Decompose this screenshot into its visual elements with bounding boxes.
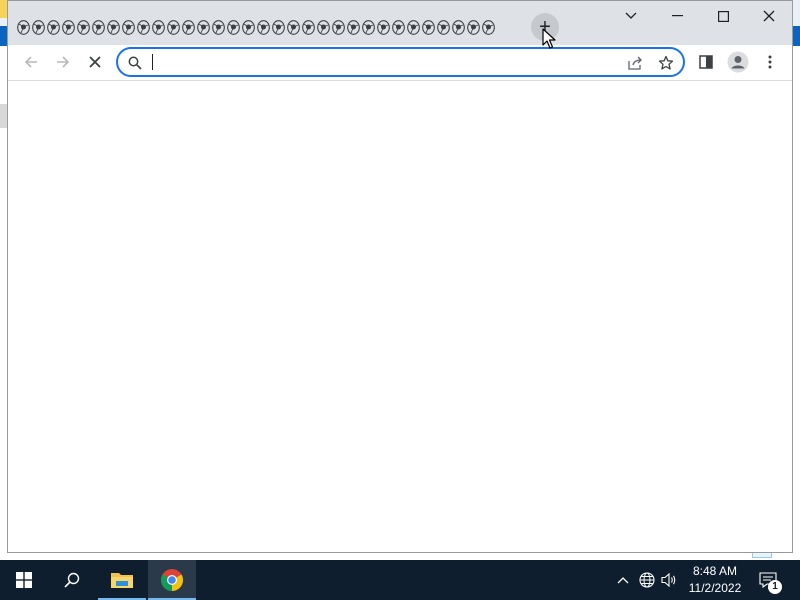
browser-tab[interactable] bbox=[391, 17, 406, 37]
desktop-window-edge-right bbox=[792, 26, 800, 46]
chrome-favicon-icon bbox=[242, 19, 255, 35]
chrome-favicon-icon bbox=[32, 19, 45, 35]
tab-strip: + bbox=[8, 1, 792, 45]
share-icon[interactable] bbox=[624, 52, 646, 74]
side-panel-icon[interactable] bbox=[692, 48, 720, 76]
browser-tab[interactable] bbox=[166, 17, 181, 37]
close-icon[interactable] bbox=[746, 1, 792, 31]
text-caret bbox=[152, 54, 153, 70]
page-content[interactable] bbox=[8, 81, 792, 552]
chrome-favicon-icon bbox=[287, 19, 300, 35]
browser-tab[interactable] bbox=[361, 17, 376, 37]
chrome-favicon-icon bbox=[197, 19, 210, 35]
browser-tab[interactable] bbox=[106, 17, 121, 37]
chrome-favicon-icon bbox=[437, 19, 450, 35]
chrome-favicon-icon bbox=[272, 19, 285, 35]
chrome-favicon-icon bbox=[92, 19, 105, 35]
browser-tab[interactable] bbox=[46, 17, 61, 37]
bookmark-star-icon[interactable] bbox=[655, 52, 677, 74]
volume-icon[interactable] bbox=[660, 570, 680, 590]
browser-tab[interactable] bbox=[181, 17, 196, 37]
taskbar-search-icon[interactable] bbox=[48, 560, 96, 600]
browser-tab[interactable] bbox=[421, 17, 436, 37]
chrome-favicon-icon bbox=[47, 19, 60, 35]
browser-tab[interactable] bbox=[466, 17, 481, 37]
chrome-favicon-icon bbox=[347, 19, 360, 35]
notification-count-badge: 1 bbox=[768, 580, 782, 594]
browser-tab[interactable] bbox=[136, 17, 151, 37]
chrome-favicon-icon bbox=[77, 19, 90, 35]
browser-toolbar bbox=[8, 45, 792, 81]
address-input[interactable] bbox=[152, 52, 612, 72]
chrome-favicon-icon bbox=[212, 19, 225, 35]
chrome-favicon-icon bbox=[17, 19, 30, 35]
browser-tab[interactable] bbox=[331, 17, 346, 37]
browser-tab[interactable] bbox=[271, 17, 286, 37]
browser-tab[interactable] bbox=[346, 17, 361, 37]
browser-tab[interactable] bbox=[151, 17, 166, 37]
back-arrow-icon[interactable] bbox=[17, 48, 45, 76]
chrome-favicon-icon bbox=[122, 19, 135, 35]
chrome-favicon-icon bbox=[137, 19, 150, 35]
browser-tab[interactable] bbox=[406, 17, 421, 37]
clock-time: 8:48 AM bbox=[692, 564, 738, 578]
chrome-favicon-icon bbox=[362, 19, 375, 35]
browser-tab[interactable] bbox=[61, 17, 76, 37]
forward-arrow-icon[interactable] bbox=[49, 48, 77, 76]
browser-tab[interactable] bbox=[481, 17, 496, 37]
maximize-icon[interactable] bbox=[700, 1, 746, 31]
browser-tab[interactable] bbox=[451, 17, 466, 37]
chrome-favicon-icon bbox=[62, 19, 75, 35]
browser-tab[interactable] bbox=[76, 17, 91, 37]
minimize-icon[interactable] bbox=[654, 1, 700, 31]
chrome-favicon-icon bbox=[467, 19, 480, 35]
profile-avatar-icon[interactable] bbox=[724, 48, 752, 76]
chrome-favicon-icon bbox=[482, 19, 495, 35]
windows-start-icon[interactable] bbox=[0, 560, 48, 600]
search-icon bbox=[124, 52, 146, 74]
chrome-favicon-icon bbox=[332, 19, 345, 35]
show-hidden-icons-chevron[interactable] bbox=[613, 570, 633, 590]
browser-tab[interactable] bbox=[211, 17, 226, 37]
browser-tab[interactable] bbox=[31, 17, 46, 37]
more-menu-icon[interactable] bbox=[756, 48, 784, 76]
browser-tab[interactable] bbox=[241, 17, 256, 37]
browser-tab[interactable] bbox=[376, 17, 391, 37]
browser-tab[interactable] bbox=[121, 17, 136, 37]
address-bar[interactable] bbox=[116, 47, 685, 77]
browser-tab[interactable] bbox=[256, 17, 271, 37]
chrome-favicon-icon bbox=[317, 19, 330, 35]
browser-tab[interactable] bbox=[16, 17, 31, 37]
chrome-favicon-icon bbox=[392, 19, 405, 35]
browser-tab[interactable] bbox=[226, 17, 241, 37]
system-clock[interactable]: 8:48 AM 11/2/2022 bbox=[686, 563, 744, 597]
chrome-icon[interactable] bbox=[148, 560, 196, 600]
browser-tab[interactable] bbox=[316, 17, 331, 37]
chrome-browser-window: + bbox=[7, 0, 793, 553]
chrome-favicon-icon bbox=[107, 19, 120, 35]
chrome-favicon-icon bbox=[167, 19, 180, 35]
clock-date: 11/2/2022 bbox=[688, 581, 742, 595]
chrome-favicon-icon bbox=[452, 19, 465, 35]
chrome-favicon-icon bbox=[377, 19, 390, 35]
chrome-favicon-icon bbox=[227, 19, 240, 35]
chrome-favicon-icon bbox=[407, 19, 420, 35]
tab-list bbox=[16, 16, 498, 38]
browser-tab[interactable] bbox=[196, 17, 211, 37]
mouse-cursor-icon bbox=[542, 28, 556, 49]
chrome-favicon-icon bbox=[422, 19, 435, 35]
network-globe-icon[interactable] bbox=[637, 570, 657, 590]
tab-search-chevron-icon[interactable] bbox=[608, 1, 654, 31]
browser-tab[interactable] bbox=[301, 17, 316, 37]
chrome-favicon-icon bbox=[302, 19, 315, 35]
browser-tab[interactable] bbox=[436, 17, 451, 37]
chrome-favicon-icon bbox=[257, 19, 270, 35]
browser-tab[interactable] bbox=[286, 17, 301, 37]
stop-loading-icon[interactable] bbox=[81, 48, 109, 76]
file-explorer-icon[interactable] bbox=[98, 560, 146, 600]
taskbar: 8:48 AM 11/2/2022 bbox=[0, 560, 800, 600]
browser-tab[interactable] bbox=[91, 17, 106, 37]
chrome-favicon-icon bbox=[182, 19, 195, 35]
chrome-favicon-icon bbox=[152, 19, 165, 35]
